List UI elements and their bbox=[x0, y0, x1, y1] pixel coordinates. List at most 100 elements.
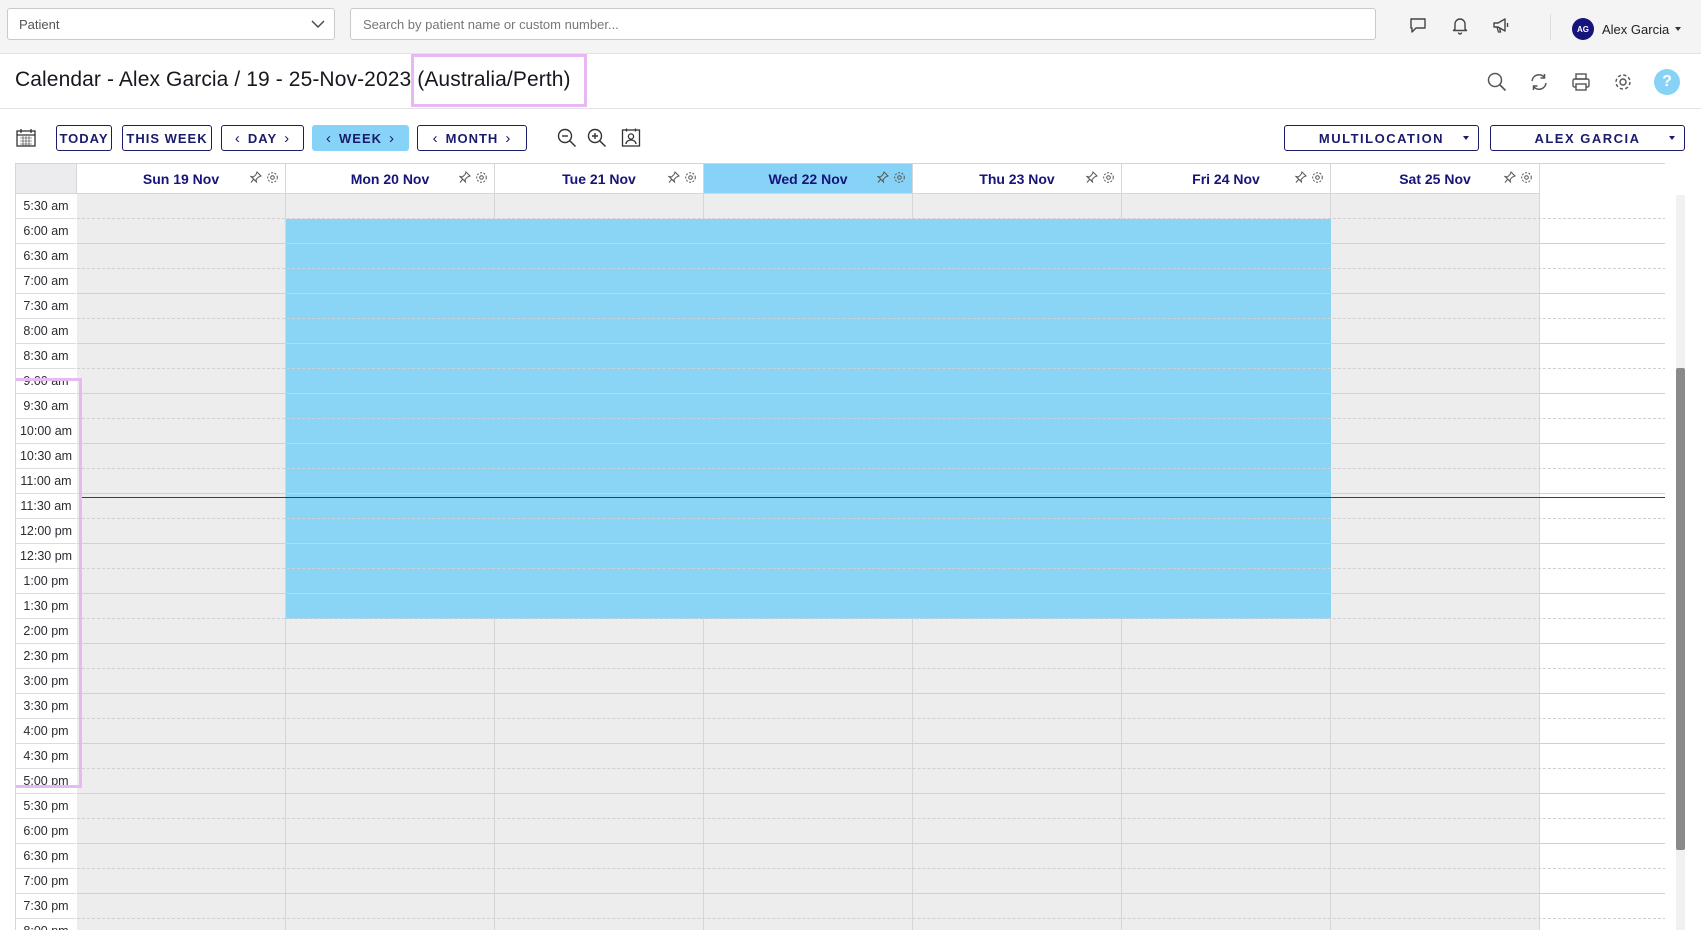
search-input[interactable]: Search by patient name or custom number.… bbox=[350, 8, 1376, 40]
time-slot-label: 12:00 pm bbox=[16, 519, 76, 544]
day-header-label: Wed 22 Nov bbox=[768, 170, 848, 187]
today-label: TODAY bbox=[59, 130, 109, 146]
chevron-right-icon[interactable]: › bbox=[277, 130, 297, 147]
day-header[interactable]: Sat 25 Nov bbox=[1331, 164, 1540, 194]
pin-icon[interactable] bbox=[459, 171, 471, 184]
slot-line bbox=[77, 593, 1665, 594]
pin-icon[interactable] bbox=[1504, 171, 1516, 184]
location-dropdown[interactable]: MULTILOCATION bbox=[1284, 125, 1479, 151]
time-slot-label: 3:30 pm bbox=[16, 694, 76, 719]
pin-icon[interactable] bbox=[668, 171, 680, 184]
day-header[interactable]: Wed 22 Nov bbox=[704, 164, 913, 194]
day-header[interactable]: Fri 24 Nov bbox=[1122, 164, 1331, 194]
print-icon[interactable] bbox=[1569, 70, 1593, 94]
month-label: MONTH bbox=[445, 130, 499, 146]
slot-line bbox=[77, 768, 1665, 769]
slot-line bbox=[77, 418, 1665, 419]
day-column[interactable] bbox=[1331, 194, 1540, 930]
caret-down-icon bbox=[1669, 136, 1675, 140]
slot-line bbox=[77, 218, 1665, 219]
time-slot-label: 1:30 pm bbox=[16, 594, 76, 619]
slot-line bbox=[77, 318, 1665, 319]
available-hours-block[interactable] bbox=[286, 219, 1331, 619]
day-header[interactable]: Mon 20 Nov bbox=[286, 164, 495, 194]
zoom-in-icon[interactable] bbox=[585, 126, 609, 150]
slot-line bbox=[77, 368, 1665, 369]
chevron-left-icon[interactable]: ‹ bbox=[228, 130, 248, 147]
day-header-actions bbox=[1504, 171, 1533, 184]
provider-dropdown[interactable]: ALEX GARCIA bbox=[1490, 125, 1685, 151]
week-view-button[interactable]: ‹ WEEK › bbox=[312, 125, 409, 151]
time-slot-label: 9:00 am bbox=[16, 369, 76, 394]
pin-icon[interactable] bbox=[1295, 171, 1307, 184]
day-header-actions bbox=[877, 171, 906, 184]
time-slot-label: 3:00 pm bbox=[16, 669, 76, 694]
pin-icon[interactable] bbox=[250, 171, 262, 184]
page-title-text: Calendar - Alex Garcia / 19 - 25-Nov-202… bbox=[15, 68, 412, 91]
chevron-right-icon[interactable]: › bbox=[382, 130, 402, 147]
patient-select-value: Patient bbox=[19, 17, 60, 32]
search-icon[interactable] bbox=[1485, 70, 1509, 94]
time-slot-label: 6:30 pm bbox=[16, 844, 76, 869]
day-column[interactable] bbox=[77, 194, 286, 930]
zoom-out-icon[interactable] bbox=[555, 126, 579, 150]
slot-line bbox=[77, 443, 1665, 444]
megaphone-icon[interactable] bbox=[1490, 14, 1512, 36]
time-slot-label: 6:00 pm bbox=[16, 819, 76, 844]
gear-icon[interactable] bbox=[1520, 171, 1533, 184]
slot-line bbox=[77, 918, 1665, 919]
gear-icon[interactable] bbox=[266, 171, 279, 184]
slot-line bbox=[77, 543, 1665, 544]
today-button[interactable]: TODAY bbox=[56, 125, 112, 151]
location-dropdown-label: MULTILOCATION bbox=[1318, 130, 1445, 146]
gear-icon[interactable] bbox=[893, 171, 906, 184]
pin-icon[interactable] bbox=[1086, 171, 1098, 184]
time-slot-label: 11:00 am bbox=[16, 469, 76, 494]
patient-select[interactable]: Patient bbox=[7, 8, 335, 40]
chat-icon[interactable] bbox=[1407, 14, 1429, 36]
chevron-right-icon[interactable]: › bbox=[498, 130, 518, 147]
top-separator bbox=[1550, 14, 1551, 40]
day-header[interactable]: Sun 19 Nov bbox=[77, 164, 286, 194]
time-slot-label: 8:30 am bbox=[16, 344, 76, 369]
gear-icon[interactable] bbox=[1611, 70, 1635, 94]
time-slot-label: 12:30 pm bbox=[16, 544, 76, 569]
gear-icon[interactable] bbox=[1311, 171, 1324, 184]
provider-view-icon[interactable] bbox=[619, 126, 643, 150]
gear-icon[interactable] bbox=[684, 171, 697, 184]
user-menu[interactable]: AG Alex Garcia bbox=[1572, 17, 1682, 41]
help-button[interactable]: ? bbox=[1654, 69, 1680, 95]
day-header-label: Sat 25 Nov bbox=[1399, 170, 1471, 187]
time-slot-label: 9:30 am bbox=[16, 394, 76, 419]
slot-line bbox=[77, 518, 1665, 519]
time-slot-label: 5:30 pm bbox=[16, 794, 76, 819]
day-header[interactable]: Tue 21 Nov bbox=[495, 164, 704, 194]
pin-icon[interactable] bbox=[877, 171, 889, 184]
page-title: Calendar - Alex Garcia / 19 - 25-Nov-202… bbox=[15, 68, 571, 92]
slot-line bbox=[77, 243, 1665, 244]
slot-line bbox=[77, 293, 1665, 294]
time-slot-label: 1:00 pm bbox=[16, 569, 76, 594]
month-view-button[interactable]: ‹ MONTH › bbox=[417, 125, 527, 151]
day-header-actions bbox=[1086, 171, 1115, 184]
gear-icon[interactable] bbox=[1102, 171, 1115, 184]
chevron-left-icon[interactable]: ‹ bbox=[319, 130, 339, 147]
slot-line bbox=[77, 643, 1665, 644]
slot-line bbox=[77, 793, 1665, 794]
bell-icon[interactable] bbox=[1449, 14, 1471, 36]
slot-line bbox=[77, 743, 1665, 744]
calendar-scrollbar-thumb[interactable] bbox=[1676, 368, 1685, 850]
day-header[interactable]: Thu 23 Nov bbox=[913, 164, 1122, 194]
gear-icon[interactable] bbox=[475, 171, 488, 184]
calendar-icon[interactable] bbox=[14, 126, 38, 150]
slot-line bbox=[77, 568, 1665, 569]
day-header-label: Sun 19 Nov bbox=[142, 170, 220, 187]
refresh-icon[interactable] bbox=[1527, 70, 1551, 94]
chevron-left-icon[interactable]: ‹ bbox=[426, 130, 446, 147]
time-slot-label: 4:00 pm bbox=[16, 719, 76, 744]
this-week-button[interactable]: THIS WEEK bbox=[122, 125, 212, 151]
chevron-down-icon bbox=[311, 20, 325, 28]
day-view-button[interactable]: ‹ DAY › bbox=[221, 125, 304, 151]
time-slot-label: 6:30 am bbox=[16, 244, 76, 269]
slot-line bbox=[77, 618, 1665, 619]
